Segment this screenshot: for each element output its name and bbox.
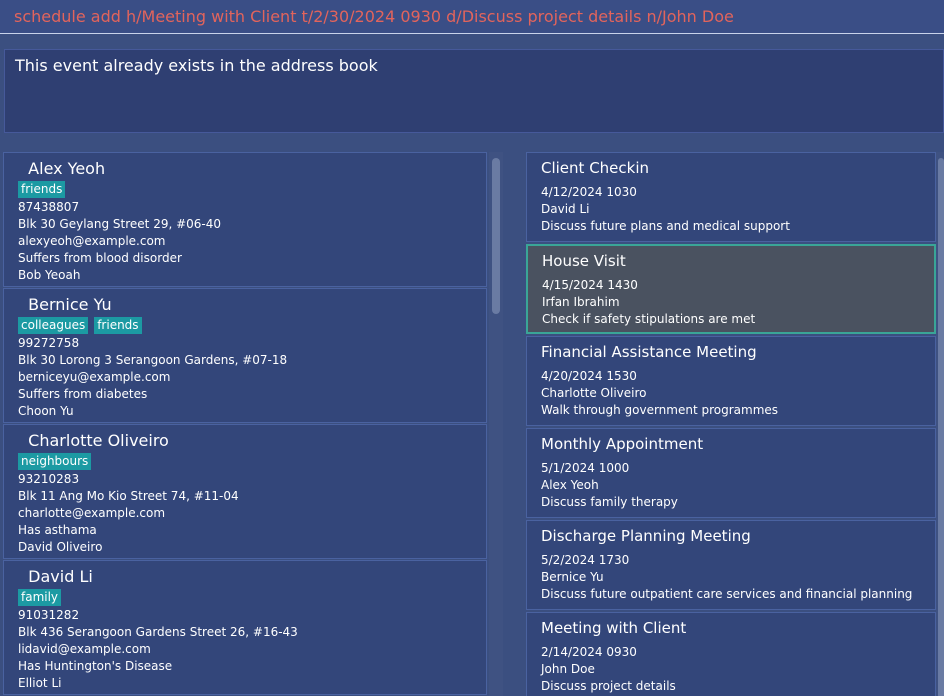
tag-badge: neighbours: [18, 453, 92, 470]
event-datetime: 5/1/2024 1000: [541, 461, 630, 475]
event-card[interactable]: Monthly Appointment 5/1/2024 1000 Alex Yeo…: [526, 428, 936, 518]
event-card[interactable]: Financial Assistance Meeting 4/20/2024 15…: [526, 336, 936, 426]
person-name-text: Charlotte Oliveiro: [28, 431, 169, 450]
event-person: John Doe: [541, 662, 595, 676]
person-address: Blk 11 Ang Mo Kio Street 74, #11-04: [18, 489, 239, 503]
tag-list: friends: [18, 181, 66, 198]
person-list-panel: Alex Yeoh friends 87438807 Blk 30 Geylang S…: [0, 150, 505, 696]
person-condition: Has asthama: [18, 523, 97, 537]
tag-badge: colleagues: [18, 317, 89, 334]
event-list-scroll-thumb[interactable]: [938, 158, 944, 696]
person-name: Charlotte Oliveiro: [18, 431, 169, 450]
event-person: Alex Yeoh: [541, 478, 599, 492]
person-name: Alex Yeoh: [18, 159, 105, 178]
tag-badge: friends: [18, 181, 66, 198]
tag-badge: friends: [94, 317, 142, 334]
person-card[interactable]: Bernice Yu colleagues friends 99272758 Blk 3…: [3, 288, 487, 423]
person-address: Blk 30 Lorong 3 Serangoon Gardens, #07-1…: [18, 353, 288, 367]
person-email: charlotte@example.com: [18, 506, 166, 520]
event-title: Meeting with Client: [541, 619, 687, 637]
person-index: [18, 431, 28, 450]
person-card[interactable]: Charlotte Oliveiro neighbours 93210283 Blk …: [3, 424, 487, 559]
person-index: [18, 295, 28, 314]
tag-list: family: [18, 589, 62, 606]
event-datetime: 4/12/2024 1030: [541, 185, 637, 199]
person-phone: 99272758: [18, 336, 80, 350]
result-display: This event already exists in the address…: [4, 49, 944, 133]
person-name-text: Alex Yeoh: [28, 159, 106, 178]
event-datetime: 2/14/2024 0930: [541, 645, 637, 659]
event-description: Discuss future outpatient care services …: [541, 587, 913, 601]
event-title: Financial Assistance Meeting: [541, 343, 757, 361]
event-description: Walk through government programmes: [541, 403, 779, 417]
person-card[interactable]: David Li family 91031282 Blk 436 Serangoon …: [3, 560, 487, 695]
person-emergency-contact: Elliot Li: [18, 676, 62, 690]
person-emergency-contact: Choon Yu: [18, 404, 74, 418]
event-description: Discuss project details: [541, 679, 676, 693]
person-address: Blk 436 Serangoon Gardens Street 26, #16…: [18, 625, 298, 639]
event-list-scrollbar[interactable]: [936, 152, 944, 696]
event-description: Check if safety stipulations are met: [542, 312, 756, 326]
person-phone: 93210283: [18, 472, 80, 486]
event-person: Bernice Yu: [541, 570, 604, 584]
person-email: berniceyu@example.com: [18, 370, 171, 384]
person-phone: 87438807: [18, 200, 80, 214]
result-message: This event already exists in the address…: [15, 56, 378, 75]
person-address: Blk 30 Geylang Street 29, #06-40: [18, 217, 222, 231]
person-email: lidavid@example.com: [18, 642, 151, 656]
person-card[interactable]: Alex Yeoh friends 87438807 Blk 30 Geylang S…: [3, 152, 487, 287]
person-condition: Suffers from blood disorder: [18, 251, 182, 265]
event-title: Discharge Planning Meeting: [541, 527, 751, 545]
event-card-selected[interactable]: House Visit 4/15/2024 1430 Irfan Ibrahim Ch…: [526, 244, 936, 334]
person-name-text: David Li: [28, 567, 93, 586]
event-description: Discuss future plans and medical support: [541, 219, 790, 233]
event-person: David Li: [541, 202, 590, 216]
event-card[interactable]: Meeting with Client 2/14/2024 0930 John Do…: [526, 612, 936, 696]
command-box[interactable]: schedule add h/Meeting with Client t/2/3…: [0, 0, 944, 34]
event-title: Monthly Appointment: [541, 435, 704, 453]
command-input[interactable]: schedule add h/Meeting with Client t/2/3…: [14, 7, 734, 26]
person-index: [18, 567, 28, 586]
person-condition: Suffers from diabetes: [18, 387, 148, 401]
event-person: Charlotte Oliveiro: [541, 386, 647, 400]
tag-list: neighbours: [18, 453, 92, 470]
event-datetime: 4/15/2024 1430: [542, 278, 638, 292]
event-datetime: 5/2/2024 1730: [541, 553, 630, 567]
event-card[interactable]: Client Checkin 4/12/2024 1030 David Li Disc…: [526, 152, 936, 242]
person-name-text: Bernice Yu: [28, 295, 112, 314]
event-card[interactable]: Discharge Planning Meeting 5/2/2024 1730 B…: [526, 520, 936, 610]
person-name: David Li: [18, 567, 93, 586]
person-condition: Has Huntington's Disease: [18, 659, 173, 673]
person-name: Bernice Yu: [18, 295, 112, 314]
person-phone: 91031282: [18, 608, 80, 622]
event-title: House Visit: [542, 252, 626, 270]
event-person: Irfan Ibrahim: [542, 295, 620, 309]
event-datetime: 4/20/2024 1530: [541, 369, 637, 383]
event-description: Discuss family therapy: [541, 495, 678, 509]
person-emergency-contact: David Oliveiro: [18, 540, 103, 554]
person-list-scroll-thumb[interactable]: [492, 158, 500, 314]
tag-badge: family: [18, 589, 62, 606]
person-index: [18, 159, 28, 178]
event-list-panel: Client Checkin 4/12/2024 1030 David Li Disc…: [516, 150, 944, 696]
tag-list: colleagues friends: [18, 317, 142, 334]
person-list-scrollbar[interactable]: [489, 152, 503, 696]
person-emergency-contact: Bob Yeoah: [18, 268, 81, 282]
event-title: Client Checkin: [541, 159, 650, 177]
person-email: alexyeoh@example.com: [18, 234, 166, 248]
